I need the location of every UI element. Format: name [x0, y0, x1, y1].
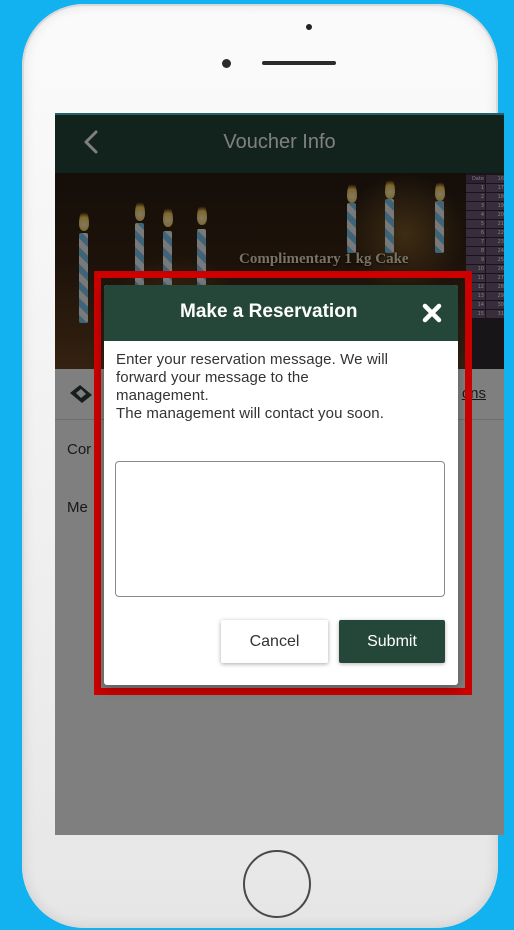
submit-button[interactable]: Submit — [339, 620, 445, 663]
dialog-header: Make a Reservation — [104, 285, 458, 341]
message-line: Enter your reservation message. We will — [116, 351, 389, 368]
dialog-title: Make a Reservation — [180, 301, 358, 322]
message-line: forward your message to the — [116, 369, 309, 386]
message-line: management. — [116, 387, 209, 404]
home-button[interactable] — [243, 850, 311, 918]
reservation-dialog: Make a Reservation Enter your reservatio… — [104, 285, 458, 685]
close-icon[interactable] — [422, 303, 442, 323]
sensor-dot — [306, 24, 312, 30]
front-camera — [222, 59, 231, 68]
earpiece-speaker — [262, 61, 336, 65]
message-line: The management will contact you soon. — [116, 405, 385, 422]
reservation-message-input[interactable] — [115, 461, 445, 597]
cancel-button[interactable]: Cancel — [221, 620, 328, 663]
dialog-message: Enter your reservation message. We will … — [116, 351, 446, 423]
